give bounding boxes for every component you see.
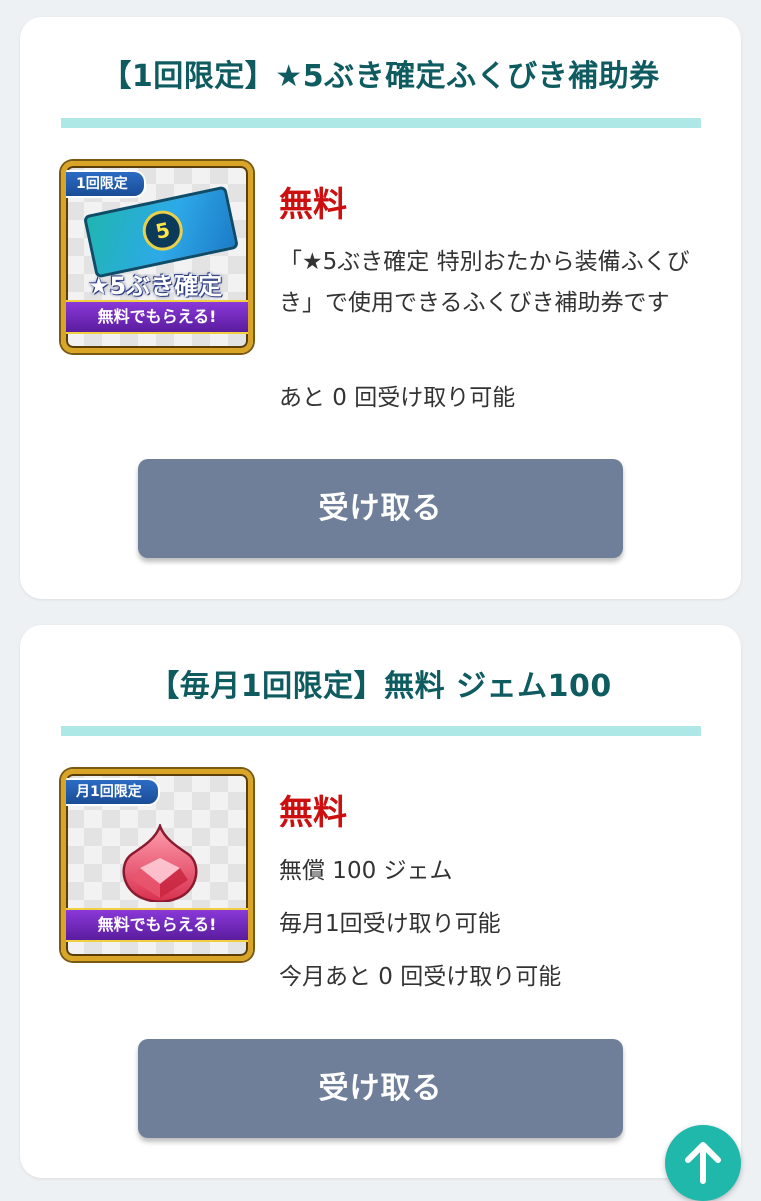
star-icon: 5 — [139, 206, 187, 255]
offer-thumbnail: 月1回限定 無料でもらえる! — [61, 769, 253, 961]
remaining-count: 今月あと 0 回受け取り可能 — [279, 964, 562, 990]
gem-amount: 無償 100 ジェム — [279, 858, 453, 884]
offer-card-weapon-ticket: 【1回限定】★5ぶき確定ふくびき補助券 5 ★5ぶき確定 1回限定 無料でもらえ… — [20, 17, 741, 599]
ticket-icon: 5 — [82, 185, 240, 279]
title-divider — [61, 118, 701, 128]
thumb-label: ★5ぶき確定 — [88, 272, 223, 300]
offer-thumbnail: 5 ★5ぶき確定 1回限定 無料でもらえる! — [61, 161, 253, 353]
price-label: 無料 — [279, 793, 347, 833]
thumb-tag: 1回限定 — [66, 170, 146, 198]
thumb-banner: 無料でもらえる! — [66, 300, 248, 334]
monthly-limit: 毎月1回受け取り可能 — [279, 911, 501, 937]
gem-icon — [122, 824, 198, 902]
scroll-to-top-button[interactable] — [665, 1125, 741, 1201]
offer-card-gems: 【毎月1回限定】無料 ジェム100 月1回限定 無料でもらえる! 無料 無償 1… — [20, 625, 741, 1178]
offer-title: 【毎月1回限定】無料 ジェム100 — [149, 669, 612, 704]
thumb-banner: 無料でもらえる! — [66, 908, 248, 942]
arrow-up-icon — [685, 1142, 721, 1184]
price-label: 無料 — [279, 185, 347, 225]
offer-description: 「★5ぶき確定 特別おたから装備ふくびき」で使用できるふくびき補助券です — [279, 249, 690, 316]
thumb-tag: 月1回限定 — [66, 778, 160, 806]
offer-title: 【1回限定】★5ぶき確定ふくびき補助券 — [101, 59, 660, 94]
receive-button[interactable]: 受け取る — [138, 1039, 623, 1138]
title-divider — [61, 726, 701, 736]
remaining-count: あと 0 回受け取り可能 — [279, 385, 516, 411]
receive-button[interactable]: 受け取る — [138, 459, 623, 558]
